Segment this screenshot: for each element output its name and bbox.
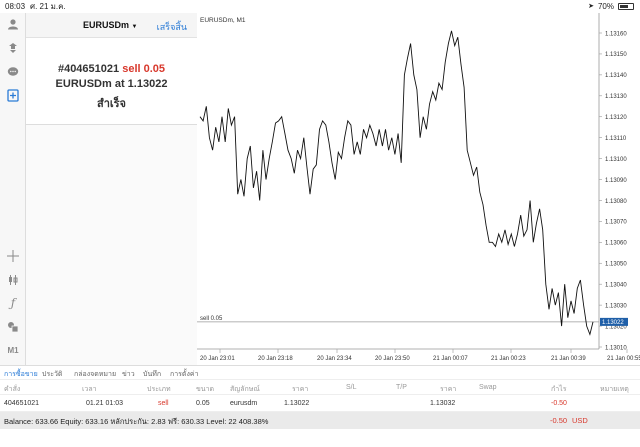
battery-icon xyxy=(618,3,634,10)
x-tick-label: 21 Jan 00:39 xyxy=(551,356,586,362)
y-tick-label: 1.13010 xyxy=(605,345,627,351)
y-tick-label: 1.13040 xyxy=(605,283,627,289)
balance-summary: Balance: 633.66 Equity: 633.16 หลักประกั… xyxy=(4,417,269,426)
order-level-label: sell 0.05 xyxy=(200,316,223,322)
panel-background xyxy=(26,125,197,365)
symbol-selector[interactable]: EURUSDm ▼ xyxy=(83,20,137,30)
orders-table-header: คำสั่ง เวลา ประเภท ขนาด สัญลักษณ์ ราคา S… xyxy=(0,379,640,395)
y-tick-label: 1.13060 xyxy=(605,241,627,247)
price-series-line xyxy=(199,30,594,336)
row-price: 1.13022 xyxy=(284,400,310,407)
chevron-down-icon: ▼ xyxy=(131,24,138,30)
header-comment[interactable]: หมายเหตุ xyxy=(600,384,629,395)
header-sl[interactable]: S/L xyxy=(346,384,357,391)
price-chart[interactable]: EURUSDm, M1 1.13160 1.13150 1.13140 1.13130… xyxy=(197,13,640,365)
chat-icon[interactable] xyxy=(6,65,20,79)
order-volume: 0.05 xyxy=(143,63,166,75)
header-symbol[interactable]: สัญลักษณ์ xyxy=(230,384,260,395)
order-number: #404651021 xyxy=(57,63,120,75)
y-tick-label: 1.13110 xyxy=(605,136,627,142)
battery-percent: 70% xyxy=(597,2,614,11)
header-price[interactable]: ราคา xyxy=(292,384,308,395)
row-current-price: 1.13032 xyxy=(430,400,456,407)
location-icon: ➤ xyxy=(588,3,594,10)
chart-title: EURUSDm, M1 xyxy=(200,17,246,24)
order-side: sell xyxy=(122,63,141,75)
panel-header: EURUSDm ▼ เสร็จสิ้น xyxy=(26,13,197,38)
trade-icon[interactable] xyxy=(6,41,20,55)
status-indicators: ➤ 70% xyxy=(588,0,634,13)
row-type: sell xyxy=(158,400,169,407)
new-order-icon[interactable] xyxy=(6,88,20,102)
status-time: 08:03 xyxy=(5,2,26,11)
order-summary: #404651021 sell 0.05 xyxy=(26,63,197,75)
timeframe-icon[interactable]: M1 xyxy=(6,343,20,357)
header-order[interactable]: คำสั่ง xyxy=(4,384,20,395)
crosshair-icon[interactable] xyxy=(6,249,20,263)
x-tick-label: 21 Jan 00:07 xyxy=(433,356,468,362)
order-result: สำเร็จ xyxy=(96,98,126,110)
header-type[interactable]: ประเภท xyxy=(147,384,171,395)
bottom-tabs: การซื้อขาย ประวัติ กล่องจดหมาย ข่าว บันท… xyxy=(0,365,640,379)
table-row[interactable]: 404651021 01.21 01:03 sell 0.05 eurusdm … xyxy=(0,396,640,412)
y-tick-label: 1.13080 xyxy=(605,199,627,205)
account-currency: USD xyxy=(572,416,588,425)
status-date: ศ. 21 ม.ค. xyxy=(30,2,66,11)
header-time[interactable]: เวลา xyxy=(82,384,97,395)
y-tick-label: 1.13150 xyxy=(605,52,627,58)
y-tick-label: 1.13070 xyxy=(605,220,627,226)
status-bar: 08:03 ศ. 21 ม.ค. ➤ 70% xyxy=(0,0,640,13)
order-price-tag-label: 1.13022 xyxy=(602,320,624,326)
y-tick-label: 1.13030 xyxy=(605,303,627,309)
header-tp[interactable]: T/P xyxy=(396,384,407,391)
y-tick-label: 1.13130 xyxy=(605,94,627,100)
total-profit: -0.50 xyxy=(550,416,568,425)
row-symbol: eurusdm xyxy=(230,400,258,407)
order-price-line: EURUSDm at 1.13022 xyxy=(55,78,168,90)
header-profit[interactable]: กำไร xyxy=(551,384,566,395)
x-tick-label: 20 Jan 23:50 xyxy=(375,356,410,362)
objects-icon[interactable] xyxy=(6,320,20,334)
app-window: 08:03 ศ. 21 ม.ค. ➤ 70% ƒ M1 EURUSDm ▼ เส… xyxy=(0,0,640,447)
account-icon[interactable] xyxy=(6,17,20,31)
row-size: 0.05 xyxy=(196,400,210,407)
row-time: 01.21 01:03 xyxy=(86,400,123,407)
y-tick-label: 1.13120 xyxy=(605,115,627,121)
header-swap[interactable]: Swap xyxy=(479,384,497,391)
x-tick-label: 20 Jan 23:34 xyxy=(317,356,352,362)
x-tick-label: 20 Jan 23:01 xyxy=(200,356,235,362)
bottom-blank xyxy=(0,429,640,447)
trade-result-panel: EURUSDm ▼ เสร็จสิ้น #404651021 sell 0.05… xyxy=(26,13,197,125)
header-current-price[interactable]: ราคา xyxy=(440,384,456,395)
x-tick-label: 21 Jan 00:55 xyxy=(607,356,640,362)
y-tick-label: 1.13140 xyxy=(605,73,627,79)
y-tick-label: 1.13160 xyxy=(605,31,627,37)
balance-bar: Balance: 633.66 Equity: 633.16 หลักประกั… xyxy=(0,412,640,429)
chart-svg: EURUSDm, M1 1.13160 1.13150 1.13140 1.13130… xyxy=(197,13,640,362)
function-icon[interactable]: ƒ xyxy=(6,296,20,310)
y-tick-label: 1.13100 xyxy=(605,157,627,163)
candles-icon[interactable] xyxy=(6,273,20,287)
y-tick-label: 1.13090 xyxy=(605,178,627,184)
x-tick-label: 21 Jan 00:23 xyxy=(491,356,526,362)
header-size[interactable]: ขนาด xyxy=(196,384,214,395)
y-tick-label: 1.13050 xyxy=(605,262,627,268)
x-tick-label: 20 Jan 23:18 xyxy=(258,356,293,362)
row-order: 404651021 xyxy=(4,400,40,407)
row-profit: -0.50 xyxy=(551,400,567,407)
left-toolbar: ƒ M1 xyxy=(0,13,26,365)
done-button[interactable]: เสร็จสิ้น xyxy=(157,20,187,34)
